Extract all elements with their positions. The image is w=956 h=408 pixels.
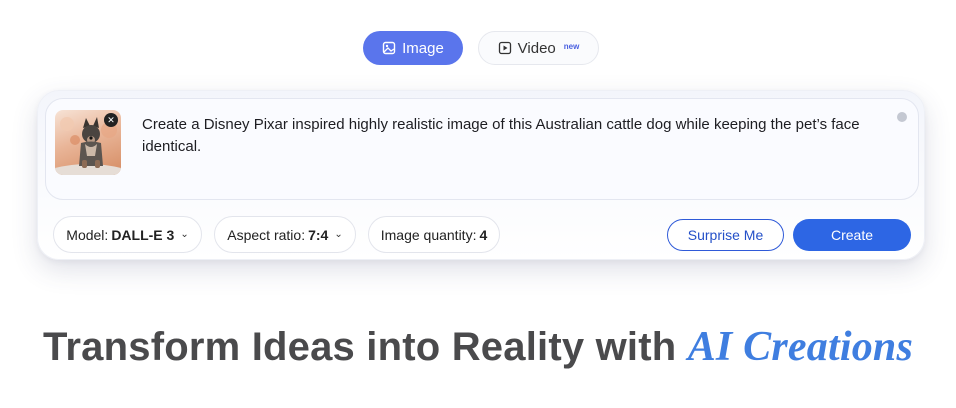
- create-button[interactable]: Create: [793, 219, 911, 251]
- video-icon: [498, 41, 511, 55]
- model-label: Model:: [66, 226, 109, 243]
- image-quantity-select[interactable]: Image quantity: 4: [368, 216, 500, 253]
- headline-main: Transform Ideas into Reality with: [42, 325, 688, 369]
- page-headline: Transform Ideas into Reality with AI Cre…: [0, 323, 956, 371]
- headline-accent: AI Creations: [687, 324, 914, 370]
- surprise-me-button[interactable]: Surprise Me: [667, 219, 784, 251]
- generator-panel: ✕ Create a Disney Pixar inspired highly …: [37, 90, 925, 260]
- image-quantity-label: Image quantity:: [380, 226, 477, 243]
- close-icon: ✕: [107, 115, 115, 125]
- image-quantity-value: 4: [479, 226, 488, 243]
- tab-video-label: Video: [517, 39, 556, 57]
- prompt-box[interactable]: ✕ Create a Disney Pixar inspired highly …: [45, 98, 919, 200]
- model-select[interactable]: Model: DALL-E 3 ⌄: [53, 216, 202, 253]
- model-value: DALL-E 3: [111, 226, 175, 243]
- reference-thumbnail: ✕: [55, 110, 121, 175]
- aspect-ratio-value: 7:4: [308, 226, 329, 243]
- aspect-ratio-select[interactable]: Aspect ratio: 7:4 ⌄: [214, 216, 356, 253]
- mode-tabs: Image Video new: [363, 31, 599, 65]
- chevron-down-icon: ⌄: [180, 229, 189, 240]
- aspect-ratio-label: Aspect ratio:: [227, 226, 306, 243]
- clear-prompt-button[interactable]: [897, 112, 907, 122]
- chevron-down-icon: ⌄: [334, 229, 343, 240]
- image-icon: [382, 41, 396, 55]
- tab-image-label: Image: [402, 39, 444, 57]
- remove-image-button[interactable]: ✕: [104, 113, 118, 127]
- tab-video[interactable]: Video new: [478, 31, 599, 65]
- new-badge: new: [563, 41, 580, 51]
- prompt-text[interactable]: Create a Disney Pixar inspired highly re…: [142, 114, 882, 158]
- options-bar: Model: DALL-E 3 ⌄ Aspect ratio: 7:4 ⌄ Im…: [53, 216, 911, 254]
- tab-image[interactable]: Image: [363, 31, 463, 65]
